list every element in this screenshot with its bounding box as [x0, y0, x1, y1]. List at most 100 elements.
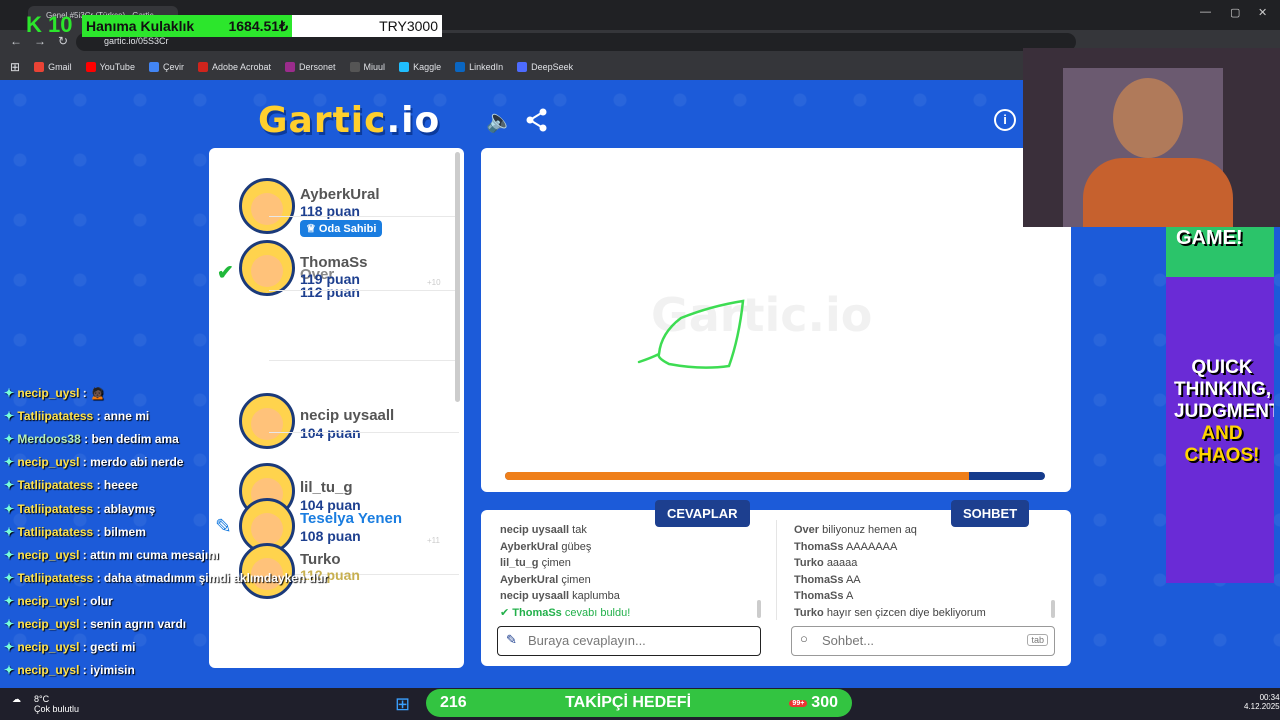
ad-text: GAME!: [1176, 227, 1243, 249]
info-icon[interactable]: i: [994, 109, 1016, 131]
drawing-stroke: [637, 299, 745, 369]
avatar: [239, 240, 295, 296]
chat-message: ThomaSs AA: [794, 573, 861, 586]
tab-answers[interactable]: CEVAPLAR: [655, 500, 750, 527]
stream-chat-line: ✦ necip_uysl : senin agrın vardı: [4, 617, 187, 631]
search-icon: ○: [800, 631, 808, 646]
player-points: 108 puan: [300, 528, 361, 544]
timer-bar: [505, 472, 1045, 480]
tab-chat[interactable]: SOHBET: [951, 500, 1030, 527]
chat-message: Turko aaaaa: [794, 557, 858, 569]
stream-chat-line: ✦ Tatliipatatess : daha atmadımm şimdi a…: [4, 570, 328, 585]
chat-message: ThomaSs A: [794, 590, 854, 602]
player-name: Teselya Yenen: [300, 510, 403, 527]
bookmark-youtube[interactable]: YouTube: [85, 62, 135, 72]
prize-bar: Hanıma Kulaklık 1684.51₺: [82, 15, 292, 37]
bookmark-translate[interactable]: Çevir: [148, 62, 184, 72]
player-name: lil_tu_g: [300, 479, 353, 496]
prize-target: TRY3000: [292, 15, 442, 37]
bookmark-acrobat[interactable]: Adobe Acrobat: [197, 62, 271, 72]
stream-chat-line: ✦ necip_uysl : attın mı cuma mesajını: [4, 547, 219, 562]
divider: [269, 290, 459, 291]
sound-icon[interactable]: 🔈: [486, 108, 513, 134]
ad-banner[interactable]: GAME! QUICK THINKING, JUDGMENT AND CHAOS!: [1166, 227, 1274, 583]
score-delta: +10: [427, 278, 441, 287]
scrollbar[interactable]: [455, 152, 460, 402]
answer-item: necip uysaall tak: [500, 524, 587, 536]
prize-amount: 1684.51₺: [228, 17, 288, 34]
chat-scrollbar[interactable]: [1051, 600, 1055, 618]
chat-message: Turko hayır sen çizcen diye bekliyorum: [794, 606, 986, 619]
bookmark-dersonet[interactable]: Dersonet: [285, 62, 336, 72]
stream-chat-line: ✦ necip_uysl : gecti mi: [4, 640, 136, 655]
stream-chat-line: ✦ Merdoos38 : ben dedim ama: [4, 432, 179, 447]
weather-widget[interactable]: ☁ 8°C Çok bulutlu: [12, 694, 79, 714]
answer-item: necip uysaall kaplumba: [500, 590, 620, 602]
bookmark-kaggle[interactable]: Kaggle: [399, 62, 441, 72]
chat-placeholder: Sohbet...: [822, 633, 875, 648]
owner-badge: ♕ Oda Sahibi: [300, 220, 383, 237]
divider: [269, 360, 459, 361]
logo-tld: .io: [386, 100, 441, 141]
chat-input[interactable]: ○ Sohbet... tab: [791, 626, 1055, 656]
player-name: AyberkUral: [300, 186, 380, 203]
players-panel: AyberkUral 118 puan ♕ Oda Sahibi ✔ Thoma…: [209, 148, 464, 668]
stream-logo: K 10: [26, 12, 73, 37]
back-icon[interactable]: ←: [10, 34, 22, 48]
notification-badge: 99+: [789, 699, 808, 707]
player-row[interactable]: necip uysaall 104 puan: [209, 393, 459, 453]
stream-chat-line: ✦ Tatliipatatess : anne mi: [4, 409, 150, 424]
webcam-feed: [1023, 48, 1280, 227]
stream-chat-line: ✦ necip_uysl : iyimisin: [4, 663, 135, 678]
bookmark-gmail[interactable]: Gmail: [34, 62, 72, 72]
clock[interactable]: 00:34 4.12.2025: [1244, 693, 1280, 711]
player-points: 112 puan: [300, 284, 360, 300]
gartic-logo[interactable]: Gartic.io: [258, 100, 440, 141]
answers-chat-panel: CEVAPLAR SOHBET necip uysaall tak AyberkU…: [481, 500, 1071, 666]
stream-chat-line: ✦ Tatliipatatess : heeee: [4, 478, 138, 493]
player-name: Turko: [300, 551, 341, 568]
stream-chat-line: ✦ Tatliipatatess : ablaymış: [4, 501, 156, 516]
drawing-canvas[interactable]: Gartic.io: [481, 148, 1071, 492]
windows-start-icon[interactable]: ⊞: [395, 694, 410, 715]
share-icon[interactable]: [526, 108, 548, 137]
goal-target: 300: [811, 694, 838, 711]
ad-slogan: QUICK THINKING, JUDGMENT AND CHAOS!: [1174, 357, 1274, 466]
minimize-icon[interactable]: —: [1200, 6, 1211, 18]
apps-icon[interactable]: ⊞: [10, 60, 20, 74]
goal-current: 216: [440, 694, 467, 711]
goal-label: TAKİPÇİ HEDEFİ: [565, 694, 692, 711]
chat-message: Over biliyonuz hemen aq: [794, 524, 917, 536]
answer-item: AyberkUral çimen: [500, 573, 591, 586]
stream-chat-line: ✦ Tatliipatatess : bilmem: [4, 524, 146, 539]
bookmark-miuul[interactable]: Miuul: [349, 62, 385, 72]
stream-chat-line: ✦ necip_uysl : 🙍🏿: [4, 386, 106, 400]
player-points: 104 puan: [300, 425, 361, 441]
answer-placeholder: Buraya cevaplayın...: [528, 633, 646, 648]
follower-goal-bar: 216 TAKİPÇİ HEDEFİ 99+ 300: [426, 689, 852, 717]
stream-chat-line: ✦ necip_uysl : olur: [4, 593, 113, 608]
logo-main: Gartic: [258, 100, 387, 141]
divider: [269, 432, 459, 433]
timer-fill: [505, 472, 970, 480]
divider: [776, 520, 777, 620]
chat-message: ThomaSs AAAAAAA: [794, 540, 898, 553]
answer-item: AyberkUral gübeş: [500, 540, 592, 553]
bookmark-deepseek[interactable]: DeepSeek: [517, 62, 573, 72]
avatar: [239, 178, 295, 234]
maximize-icon[interactable]: ▢: [1230, 6, 1240, 19]
stream-chat-line: ✦ necip_uysl : merdo abi nerde: [4, 455, 184, 470]
answer-input[interactable]: ✎ Buraya cevaplayın...: [497, 626, 761, 656]
cloud-icon: ☁: [12, 694, 21, 704]
bookmark-linkedin[interactable]: LinkedIn: [455, 62, 503, 72]
player-row[interactable]: ThomaSs Over 119 puan 112 puan +10: [209, 240, 459, 300]
player-name: necip uysaall: [300, 407, 395, 424]
prize-name: Hanıma Kulaklık: [86, 18, 195, 34]
divider: [269, 216, 459, 217]
answer-item: lil_tu_g çimen: [500, 557, 571, 569]
answer-found: ✔ ThomaSs cevabı buldu!: [500, 607, 631, 619]
close-icon[interactable]: ✕: [1258, 6, 1267, 19]
answers-scrollbar[interactable]: [757, 600, 761, 618]
tab-hint: tab: [1027, 634, 1048, 646]
avatar: [239, 393, 295, 449]
